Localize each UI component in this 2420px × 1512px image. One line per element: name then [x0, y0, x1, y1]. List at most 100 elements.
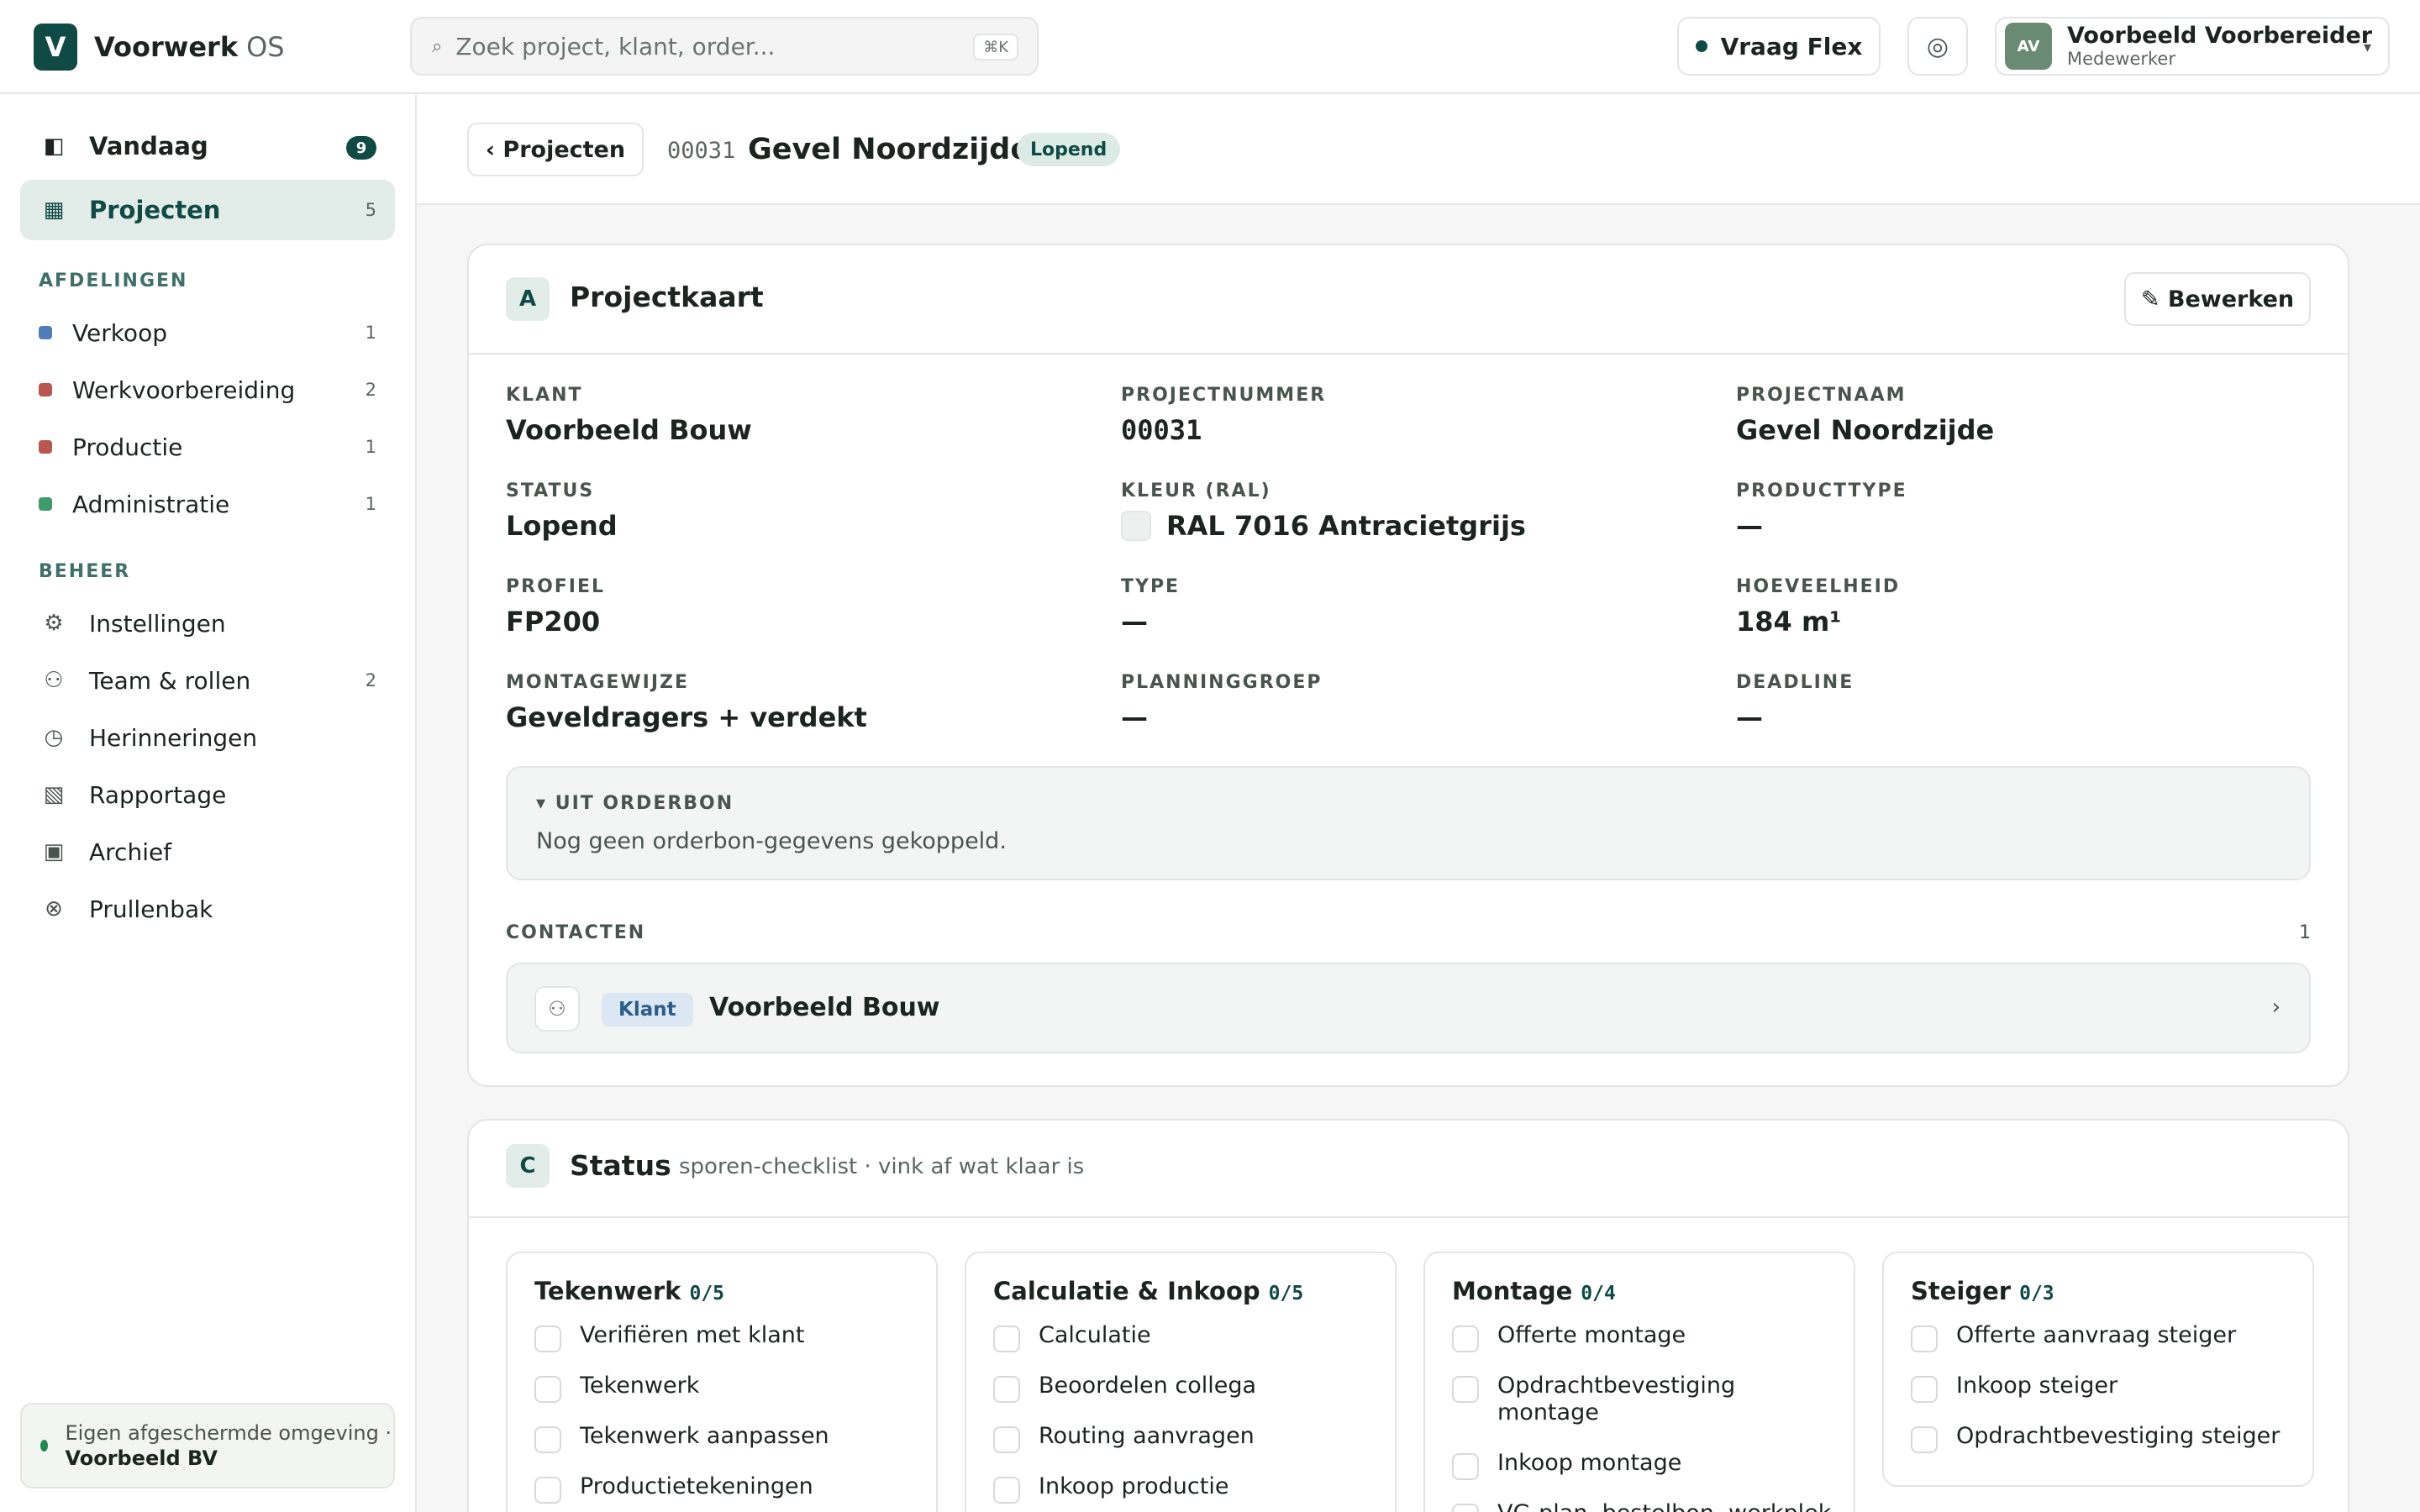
- sidebar-item-vandaag[interactable]: ◧ Vandaag 9: [20, 116, 395, 176]
- sidebar-item-administratie[interactable]: Administratie 1: [20, 479, 395, 529]
- back-to-projects-button[interactable]: ‹ Projecten: [467, 123, 644, 176]
- checkbox[interactable]: [534, 1426, 561, 1453]
- checkbox[interactable]: [1452, 1326, 1479, 1352]
- checklist-item[interactable]: Tekenwerk: [534, 1373, 921, 1403]
- brand-logo: V: [34, 24, 77, 71]
- sidebar-item-label: Administratie: [72, 490, 230, 518]
- checklist-item[interactable]: Inkoop montage: [1452, 1450, 1839, 1480]
- field-value: Gevel Noordzijde: [1736, 414, 1995, 446]
- sidebar-item-verkoop[interactable]: Verkoop 1: [20, 307, 395, 358]
- project-card: A Projectkaart ✎ Bewerken KLANT Voorbeel…: [467, 244, 2349, 1087]
- field-label: DEADLINE: [1736, 672, 1854, 693]
- user-name: Voorbeeld Voorbereider: [2067, 23, 2373, 49]
- sidebar-item-herinneringen[interactable]: ◷ Herinneringen: [20, 712, 395, 763]
- field-kleur: KLEUR (RAL) RAL 7016 Antracietgrijs: [1121, 480, 1526, 542]
- checklist-item[interactable]: Opdrachtbevestiging montage: [1452, 1373, 1839, 1426]
- checkbox[interactable]: [1452, 1376, 1479, 1403]
- checkbox[interactable]: [993, 1376, 1020, 1403]
- checklist-item-label: Inkoop montage: [1497, 1450, 1682, 1476]
- checklist-item-label: Productietekeningen: [580, 1473, 813, 1499]
- field-label: PROJECTNAAM: [1736, 385, 1907, 406]
- sidebar-item-label: Prullenbak: [89, 895, 213, 923]
- field-value: FP200: [506, 606, 601, 638]
- checklist-item[interactable]: Offerte montage: [1452, 1322, 1839, 1352]
- checkbox[interactable]: [1911, 1426, 1938, 1453]
- checkbox[interactable]: [1452, 1453, 1479, 1480]
- checkbox[interactable]: [1911, 1326, 1938, 1352]
- contact-row[interactable]: ⚇ Klant Voorbeeld Bouw ›: [506, 963, 2311, 1053]
- checkbox[interactable]: [993, 1426, 1020, 1453]
- team-icon: ⚇: [44, 668, 64, 693]
- checkbox[interactable]: [993, 1326, 1020, 1352]
- checklist-item-label: Inkoop steiger: [1956, 1373, 2118, 1399]
- section-title-afdelingen: AFDELINGEN: [39, 270, 188, 291]
- field-profiel: PROFIEL FP200: [506, 576, 605, 638]
- brand[interactable]: V Voorwerk OS: [34, 24, 285, 71]
- status-dot-icon: [1695, 40, 1707, 52]
- sidebar-item-rapportage[interactable]: ▧ Rapportage: [20, 769, 395, 820]
- checklist-item[interactable]: VG-plan, bestelbon, werkplek: [1452, 1500, 1839, 1512]
- sidebar-item-werkvoorbereiding[interactable]: Werkvoorbereiding 2: [20, 365, 395, 415]
- checklist-item[interactable]: Routing aanvragen: [993, 1423, 1380, 1453]
- sidebar-item-team[interactable]: ⚇ Team & rollen 2: [20, 655, 395, 706]
- checklist-item-label: Tekenwerk aanpassen: [580, 1423, 829, 1449]
- field-value: 00031: [1121, 414, 1202, 446]
- search-input[interactable]: ⌕ Zoek project, klant, order... ⌘K: [410, 17, 1039, 76]
- checklist-item[interactable]: Tekenwerk aanpassen: [534, 1423, 921, 1453]
- lane-title-text: Montage: [1452, 1277, 1573, 1305]
- sidebar-item-instellingen[interactable]: ⚙ Instellingen: [20, 598, 395, 648]
- field-type: TYPE —: [1121, 576, 1180, 638]
- lane-title: Steiger 0/3: [1911, 1277, 2054, 1305]
- checklist-lane-steiger: Steiger 0/3 Offerte aanvraag steiger Inko…: [1882, 1252, 2314, 1487]
- orderbon-panel[interactable]: ▾ UIT ORDERBON Nog geen orderbon-gegeven…: [506, 766, 2311, 880]
- field-value: —: [1121, 701, 1148, 733]
- checklist-item[interactable]: Opdrachtbevestiging steiger: [1911, 1423, 2297, 1453]
- checkbox[interactable]: [534, 1477, 561, 1504]
- checkbox[interactable]: [1452, 1504, 1479, 1512]
- sidebar-item-projecten[interactable]: ▦ Projecten 5: [20, 180, 395, 240]
- checklist-item[interactable]: Beoordelen collega: [993, 1373, 1380, 1403]
- chevron-right-icon: ›: [2271, 995, 2281, 1020]
- field-value: —: [1736, 510, 1763, 542]
- lane-title: Tekenwerk 0/5: [534, 1277, 724, 1305]
- checklist-item[interactable]: Offerte aanvraag steiger: [1911, 1322, 2297, 1352]
- field-label: TYPE: [1121, 576, 1181, 597]
- ask-flex-button[interactable]: Vraag Flex: [1677, 17, 1881, 76]
- sidebar-item-label: Productie: [72, 433, 183, 461]
- sidebar-item-label: Projecten: [89, 196, 221, 224]
- checklist-item[interactable]: Inkoop productie: [993, 1473, 1380, 1504]
- target-button[interactable]: ◎: [1907, 17, 1968, 76]
- lane-title-text: Calculatie & Inkoop: [993, 1277, 1260, 1305]
- checkbox[interactable]: [993, 1477, 1020, 1504]
- environment-text: Eigen afgeschermde omgeving · Voorbeeld …: [65, 1420, 393, 1471]
- checkbox[interactable]: [1911, 1376, 1938, 1403]
- sidebar-item-archief[interactable]: ▣ Archief: [20, 827, 395, 877]
- today-icon: ◧: [43, 134, 65, 159]
- checklist-item-label: Offerte montage: [1497, 1322, 1686, 1348]
- checklist-item[interactable]: Calculatie: [993, 1322, 1380, 1352]
- user-menu[interactable]: AV Voorbeeld Voorbereider Medewerker ▾: [1995, 17, 2390, 76]
- sidebar-item-productie[interactable]: Productie 1: [20, 422, 395, 472]
- lane-progress: 0/5: [689, 1283, 725, 1305]
- page-header: ‹ Projecten 00031 Gevel Noordzijde Lopen…: [417, 94, 2420, 205]
- checklist-item-label: Calculatie: [1039, 1322, 1151, 1348]
- field-value: Geveldragers + verdekt: [506, 701, 867, 733]
- field-label: HOEVEELHEID: [1736, 576, 1901, 597]
- item-count: 1: [365, 437, 376, 457]
- field-label: PRODUCTTYPE: [1736, 480, 1907, 501]
- checklist-item[interactable]: Verifiëren met klant: [534, 1322, 921, 1352]
- checklist-item[interactable]: Inkoop steiger: [1911, 1373, 2297, 1403]
- edit-button[interactable]: ✎ Bewerken: [2124, 272, 2311, 326]
- checklist-item[interactable]: Productietekeningen: [534, 1473, 921, 1504]
- checkbox[interactable]: [534, 1326, 561, 1352]
- sidebar-item-prullenbak[interactable]: ⊗ Prullenbak: [20, 884, 395, 934]
- item-count: 1: [365, 494, 376, 514]
- field-value: 184 m¹: [1736, 606, 1842, 638]
- checkbox[interactable]: [534, 1376, 561, 1403]
- orderbon-toggle[interactable]: ▾ UIT ORDERBON: [536, 793, 734, 814]
- trash-icon: ⊗: [45, 896, 63, 921]
- sidebar-item-label: Herinneringen: [89, 723, 258, 752]
- department-color-icon: [39, 440, 52, 454]
- checklist-item-label: Verifiëren met klant: [580, 1322, 805, 1348]
- brand-suffix: OS: [246, 31, 285, 63]
